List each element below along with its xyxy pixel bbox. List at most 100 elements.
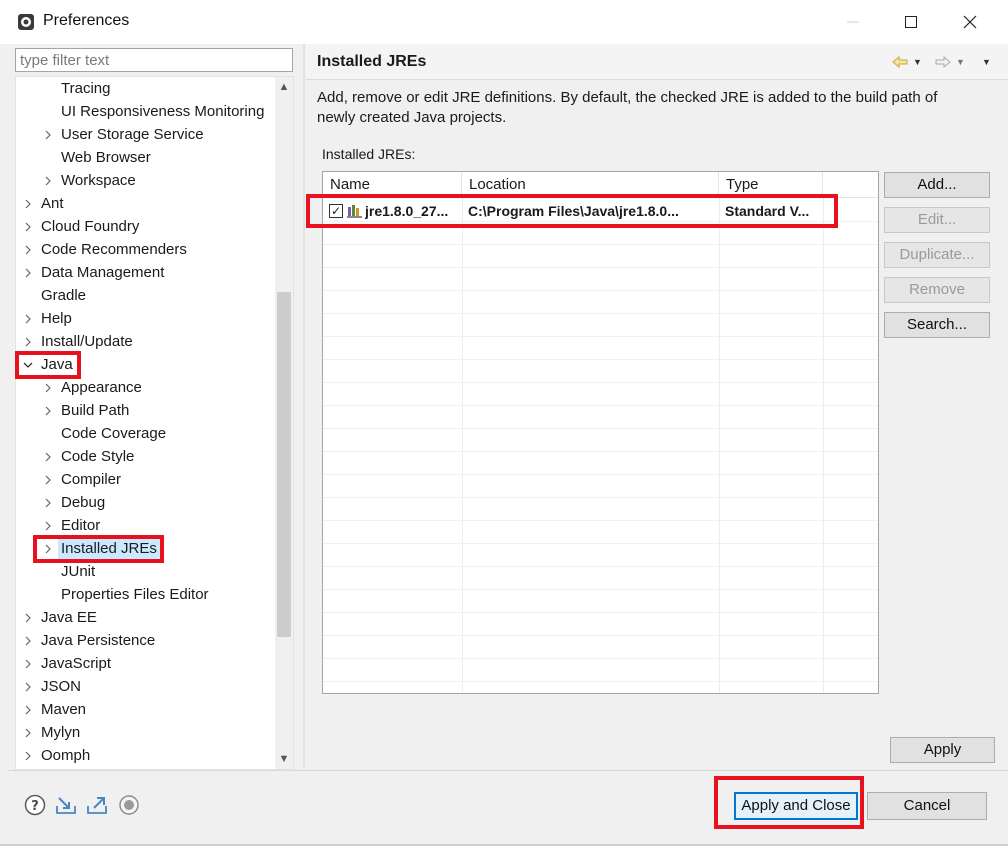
tree-item[interactable]: Maven [16, 698, 275, 721]
tree-item[interactable]: Properties Files Editor [16, 583, 275, 606]
tree-item[interactable]: Appearance [16, 376, 275, 399]
close-button[interactable] [947, 6, 993, 38]
scroll-up-icon[interactable]: ▲ [275, 77, 293, 97]
tree-item[interactable]: Workspace [16, 169, 275, 192]
import-icon[interactable] [55, 794, 77, 816]
tree-item[interactable]: JSON [16, 675, 275, 698]
chevron-right-icon[interactable] [22, 192, 34, 215]
chevron-right-icon[interactable] [22, 744, 34, 767]
chevron-right-icon[interactable] [22, 238, 34, 261]
table-gridline [323, 337, 878, 360]
tree-item[interactable]: Editor [16, 514, 275, 537]
maximize-button[interactable] [888, 6, 934, 38]
chevron-right-icon[interactable] [42, 399, 54, 422]
tree-item[interactable]: Code Style [16, 445, 275, 468]
filter-input[interactable] [15, 48, 293, 72]
chevron-right-icon[interactable] [42, 123, 54, 146]
tree-item-label: Java Persistence [41, 632, 156, 649]
chevron-right-icon[interactable] [42, 169, 54, 192]
tree-item[interactable]: Debug [16, 491, 275, 514]
tree-item-label: Tracing [61, 80, 111, 97]
tree-item[interactable]: Compiler [16, 468, 275, 491]
export-icon[interactable] [86, 794, 108, 816]
chevron-down-icon[interactable] [22, 353, 34, 376]
tree-item[interactable]: UI Responsiveness Monitoring [16, 100, 275, 123]
tree-item[interactable]: Java [16, 353, 275, 376]
chevron-right-icon[interactable] [42, 445, 54, 468]
cancel-button[interactable]: Cancel [867, 792, 987, 820]
tree-item-label: User Storage Service [61, 126, 204, 143]
edit-button[interactable]: Edit... [884, 207, 990, 233]
add-button[interactable]: Add... [884, 172, 990, 198]
tree-item-label: Data Management [41, 264, 165, 281]
tree-item[interactable]: User Storage Service [16, 123, 275, 146]
chevron-right-icon[interactable] [42, 468, 54, 491]
column-name[interactable]: Name [323, 172, 462, 198]
forward-arrow-icon [935, 56, 951, 68]
tree-item[interactable]: Ant [16, 192, 275, 215]
minimize-button[interactable] [830, 6, 876, 38]
tree-item[interactable]: Gradle [16, 284, 275, 307]
tree-item[interactable]: Tracing [16, 77, 275, 100]
tree-item-label: JavaScript [41, 655, 112, 672]
forward-button[interactable]: ▼ [935, 52, 965, 72]
chevron-right-icon[interactable] [22, 675, 34, 698]
table-row[interactable]: ✓ jre1.8.0_27... C:\Program Files\Java\j… [323, 199, 878, 223]
tree-item[interactable]: Java Persistence [16, 629, 275, 652]
view-menu-icon[interactable]: ▼ [982, 52, 991, 72]
chevron-right-icon[interactable] [22, 629, 34, 652]
chevron-right-icon[interactable] [22, 652, 34, 675]
scrollbar-thumb[interactable] [277, 292, 291, 637]
chevron-right-icon[interactable] [22, 721, 34, 744]
duplicate-button[interactable]: Duplicate... [884, 242, 990, 268]
back-button[interactable]: ▼ [892, 52, 922, 72]
help-icon[interactable]: ? [24, 794, 46, 816]
tree-scrollbar[interactable]: ▲ ▼ [275, 77, 293, 769]
tree-item[interactable]: Build Path [16, 399, 275, 422]
tree-item[interactable]: Installed JREs [16, 537, 275, 560]
back-dropdown-icon[interactable]: ▼ [913, 57, 922, 67]
jre-table: Name Location Type ✓ jre1.8.0_27... C:\P… [322, 171, 879, 694]
chevron-right-icon[interactable] [42, 537, 54, 560]
chevron-right-icon[interactable] [22, 261, 34, 284]
tree-item[interactable]: JavaScript [16, 652, 275, 675]
table-gridline [323, 291, 878, 314]
column-type[interactable]: Type [719, 172, 823, 198]
tree-item[interactable]: JUnit [16, 560, 275, 583]
tree-item[interactable]: Code Coverage [16, 422, 275, 445]
remove-button[interactable]: Remove [884, 277, 990, 303]
tree-item-label: Maven [41, 701, 87, 718]
tree-item-label: Code Recommenders [41, 241, 187, 258]
tree-item[interactable]: Cloud Foundry [16, 215, 275, 238]
tree-item[interactable]: Java EE [16, 606, 275, 629]
tree-item[interactable]: Web Browser [16, 146, 275, 169]
record-icon[interactable] [118, 794, 140, 816]
chevron-right-icon[interactable] [22, 606, 34, 629]
tree-item[interactable]: Help [16, 307, 275, 330]
tree-item[interactable]: Oomph [16, 744, 275, 767]
chevron-right-icon[interactable] [42, 376, 54, 399]
page-description: Add, remove or edit JRE definitions. By … [317, 89, 938, 126]
chevron-right-icon[interactable] [22, 698, 34, 721]
apply-and-close-button[interactable]: Apply and Close [734, 792, 858, 820]
apply-button[interactable]: Apply [890, 737, 995, 763]
chevron-right-icon[interactable] [22, 215, 34, 238]
tree-item-label: Code Coverage [61, 425, 167, 442]
tree-item-label: Oomph [41, 747, 91, 764]
search-button[interactable]: Search... [884, 312, 990, 338]
tree-item[interactable]: Data Management [16, 261, 275, 284]
chevron-right-icon[interactable] [22, 307, 34, 330]
tree-item[interactable]: Install/Update [16, 330, 275, 353]
chevron-right-icon[interactable] [42, 514, 54, 537]
title-bar: Preferences [0, 0, 1008, 44]
footer-separator [8, 770, 1008, 771]
forward-dropdown-icon[interactable]: ▼ [956, 57, 965, 67]
tree-item[interactable]: Code Recommenders [16, 238, 275, 261]
panel-splitter[interactable] [303, 44, 305, 768]
tree-item[interactable]: Mylyn [16, 721, 275, 744]
column-location[interactable]: Location [462, 172, 719, 198]
row-checkbox[interactable]: ✓ [329, 204, 343, 218]
chevron-right-icon[interactable] [42, 491, 54, 514]
chevron-right-icon[interactable] [22, 330, 34, 353]
scroll-down-icon[interactable]: ▼ [275, 749, 293, 769]
